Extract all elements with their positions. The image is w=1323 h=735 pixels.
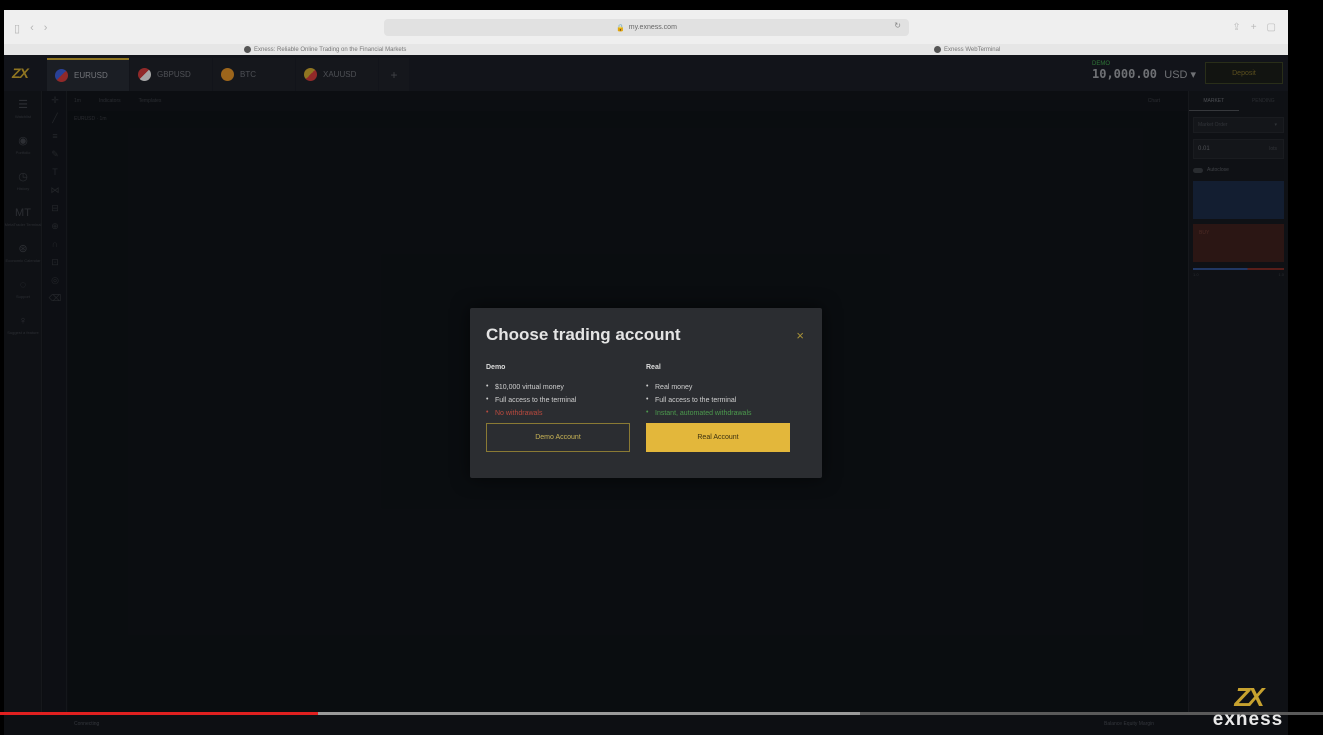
choose-account-dialog: Choose trading account × Demo $10,000 vi… — [470, 308, 822, 478]
exness-watermark: ZX exness — [1203, 684, 1293, 730]
feature-item-positive: Instant, automated withdrawals — [646, 409, 790, 417]
lock-icon: 🔒 — [616, 24, 625, 32]
browser-nav: ▯ ‹ › — [14, 22, 47, 35]
watermark-wordmark: exness — [1212, 709, 1284, 730]
browser-toolbar: ▯ ‹ › 🔒 my.exness.com ↻ ⇪ + ▢ — [4, 10, 1288, 44]
favicon-icon — [244, 46, 251, 53]
browser-window: ▯ ‹ › 🔒 my.exness.com ↻ ⇪ + ▢ Exness: Re… — [4, 10, 1288, 55]
back-icon[interactable]: ‹ — [30, 22, 34, 35]
demo-features: $10,000 virtual money Full access to the… — [486, 383, 630, 417]
account-summary: Balance Equity Margin — [1104, 721, 1155, 727]
feature-item: $10,000 virtual money — [486, 383, 630, 391]
demo-column: Demo $10,000 virtual money Full access t… — [486, 364, 630, 452]
forward-icon[interactable]: › — [44, 22, 48, 35]
watermark-logo-mark: ZX — [1234, 682, 1264, 712]
browser-tab-label: Exness WebTerminal — [944, 47, 1001, 54]
url-text: my.exness.com — [628, 24, 677, 31]
real-column: Real Real money Full access to the termi… — [646, 364, 790, 452]
sidebar-toggle-icon[interactable]: ▯ — [14, 22, 20, 35]
browser-tab[interactable]: Exness WebTerminal — [934, 46, 1000, 53]
real-features: Real money Full access to the terminal I… — [646, 383, 790, 417]
demo-heading: Demo — [486, 364, 506, 371]
share-icon[interactable]: ⇪ — [1232, 22, 1240, 33]
tabs-overview-icon[interactable]: ▢ — [1267, 22, 1276, 33]
close-icon[interactable]: × — [796, 328, 804, 343]
feature-item: Real money — [646, 383, 790, 391]
browser-tab-strip: Exness: Reliable Online Trading on the F… — [4, 44, 1288, 55]
reload-icon[interactable]: ↻ — [894, 21, 901, 30]
real-heading: Real — [646, 364, 661, 371]
browser-tab-label: Exness: Reliable Online Trading on the F… — [254, 47, 407, 54]
real-account-button[interactable]: Real Account — [646, 423, 790, 452]
connection-status: Connecting — [74, 721, 100, 727]
new-tab-icon[interactable]: + — [1251, 22, 1257, 33]
browser-tab[interactable]: Exness: Reliable Online Trading on the F… — [244, 46, 406, 53]
demo-account-button[interactable]: Demo Account — [486, 423, 630, 452]
video-progress-played — [0, 712, 318, 715]
favicon-icon — [934, 46, 941, 53]
dialog-title: Choose trading account — [486, 325, 681, 344]
feature-item-negative: No withdrawals — [486, 409, 630, 417]
terminal-status-bar: Connecting Balance Equity Margin — [4, 715, 1288, 735]
feature-item: Full access to the terminal — [486, 396, 630, 404]
account-options: Demo $10,000 virtual money Full access t… — [486, 364, 806, 452]
address-bar[interactable]: 🔒 my.exness.com ↻ — [384, 19, 909, 36]
feature-item: Full access to the terminal — [646, 396, 790, 404]
browser-actions: ⇪ + ▢ — [1232, 22, 1276, 33]
